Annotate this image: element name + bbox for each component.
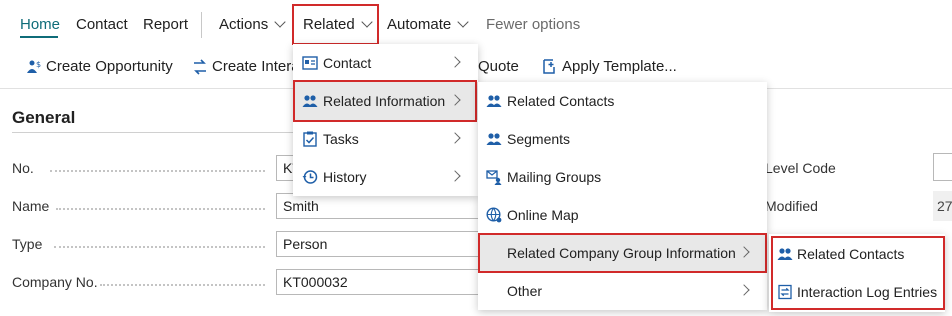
field-label-no: No. — [12, 160, 34, 176]
menu-item-label: Online Map — [507, 207, 579, 223]
people-icon — [486, 95, 502, 107]
menu-item-history[interactable]: History — [293, 158, 478, 196]
menu-item-tasks[interactable]: Tasks — [293, 120, 478, 158]
field-leader — [54, 246, 265, 248]
menu-item-mailing-groups[interactable]: Mailing Groups — [478, 158, 767, 196]
chevron-right-icon — [738, 284, 750, 296]
highlight-box-related — [292, 4, 379, 45]
field-leader — [100, 284, 265, 286]
tab-automate-label: Automate — [387, 16, 452, 33]
chevron-down-icon — [457, 16, 469, 28]
menu-item-label: Related Contacts — [507, 93, 615, 109]
menu-item-label: Contact — [323, 55, 372, 71]
create-interaction-label: Create Intera — [212, 58, 300, 75]
tab-report[interactable]: Report — [143, 16, 188, 33]
tab-home[interactable]: Home — [20, 16, 60, 33]
clipboard-check-icon — [303, 131, 317, 147]
field-label-level-code: Level Code — [765, 160, 836, 176]
chevron-right-icon — [449, 170, 461, 182]
chevron-down-icon — [274, 16, 286, 28]
modified-value: 27 — [937, 198, 952, 214]
tab-actions[interactable]: Actions — [219, 16, 286, 33]
field-label-company-no: Company No. — [12, 274, 98, 290]
menu-item-label: Mailing Groups — [507, 169, 602, 185]
people-icon — [486, 133, 502, 145]
menu-item-online-map[interactable]: Online Map — [478, 196, 767, 234]
menu-item-related-contacts[interactable]: Related Contacts — [478, 82, 767, 120]
highlight-box-company-group-information — [478, 233, 767, 273]
quote-label: Quote — [478, 58, 519, 75]
apply-template-label: Apply Template... — [562, 58, 677, 75]
tab-fewer-options[interactable]: Fewer options — [486, 16, 580, 33]
menu-item-label: Tasks — [323, 131, 359, 147]
section-underline — [12, 132, 302, 133]
menu-item-label: Segments — [507, 131, 571, 147]
action-bar: Home Contact Report Actions Related Auto… — [0, 0, 952, 48]
tab-separator — [201, 12, 202, 38]
related-information-submenu: Related Contacts Segments Mailing Groups… — [478, 82, 767, 310]
modified-value-box: 27 — [933, 191, 952, 221]
tab-contact[interactable]: Contact — [76, 16, 128, 33]
field-leader — [50, 170, 265, 172]
field-label-name: Name — [12, 198, 50, 214]
chevron-right-icon — [449, 132, 461, 144]
history-icon — [302, 170, 318, 184]
home-tab-underline — [20, 36, 58, 38]
tab-actions-label: Actions — [219, 16, 269, 33]
chevron-right-icon — [449, 56, 461, 68]
svg-text:$: $ — [36, 60, 41, 69]
quote-button[interactable]: Quote — [478, 58, 519, 75]
menu-item-label: History — [323, 169, 367, 185]
template-icon — [543, 59, 555, 74]
tab-automate[interactable]: Automate — [387, 16, 469, 33]
field-leader — [56, 208, 265, 210]
menu-item-label: Other — [507, 283, 543, 299]
highlight-box-related-information — [293, 80, 477, 122]
menu-item-segments[interactable]: Segments — [478, 120, 767, 158]
level-code-field[interactable] — [933, 153, 952, 181]
menu-item-contact[interactable]: Contact — [293, 44, 478, 82]
interaction-icon — [194, 59, 206, 75]
field-label-modified: Modified — [765, 198, 818, 214]
opportunity-icon: $ — [27, 60, 41, 73]
mailing-group-icon — [486, 170, 502, 185]
contact-card-icon — [302, 56, 318, 70]
field-label-type: Type — [12, 236, 43, 252]
globe-icon — [486, 207, 502, 223]
section-title-general: General — [12, 108, 76, 127]
highlight-box-company-group-submenu — [771, 236, 945, 310]
create-opportunity-label: Create Opportunity — [46, 58, 173, 75]
menu-item-other[interactable]: Other — [478, 272, 767, 310]
